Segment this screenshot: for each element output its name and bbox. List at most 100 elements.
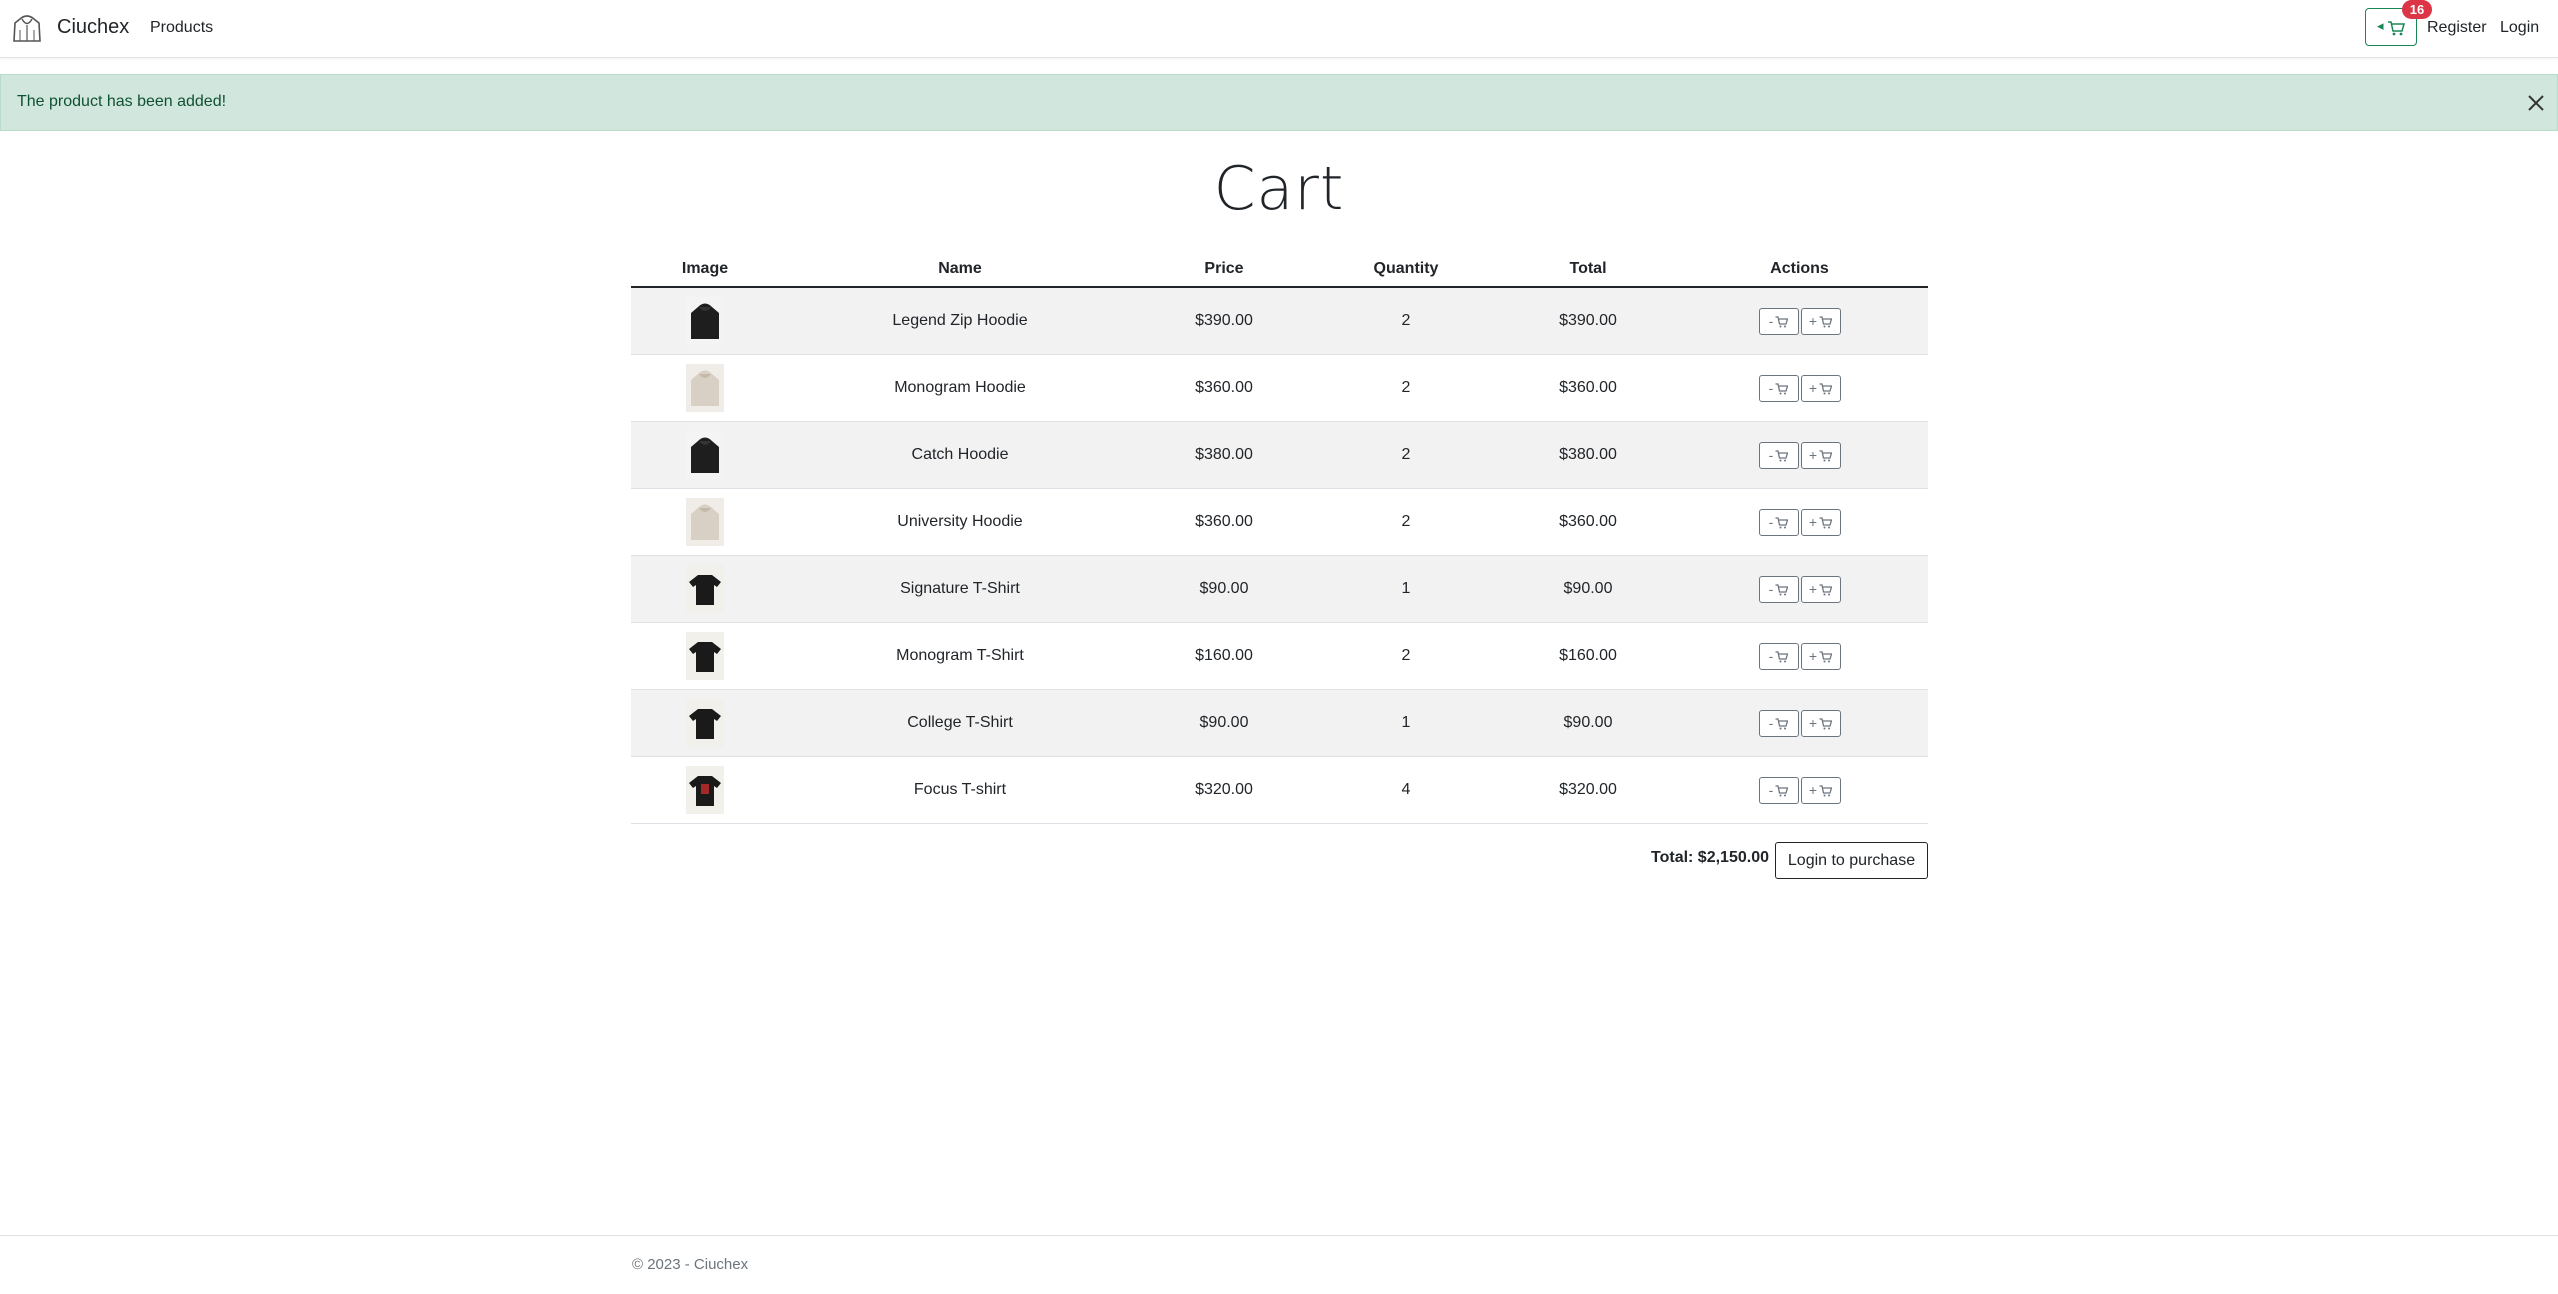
increase-quantity-button[interactable]: + [1800,575,1841,603]
close-icon[interactable] [2524,91,2548,115]
product-image[interactable] [686,498,724,546]
table-row: Monogram Hoodie $360.00 2 $360.00- + [631,354,1928,422]
cart-icon [1773,782,1789,798]
product-name: University Hoodie [779,488,1141,556]
cart-icon [1773,380,1789,396]
product-total: $380.00 [1505,421,1671,489]
table-row: College T-Shirt $90.00 1 $90.00- + [631,689,1928,757]
product-image[interactable] [686,565,724,613]
product-price: $380.00 [1141,421,1307,489]
product-actions: - + [1671,756,1928,824]
product-price: $320.00 [1141,756,1307,824]
nav-link-products[interactable]: Products [150,19,213,37]
login-to-purchase-button[interactable]: Login to purchase [1775,842,1928,879]
nav-link-register[interactable]: Register [2427,19,2487,37]
product-actions: - + [1671,689,1928,757]
table-row: Signature T-Shirt $90.00 1 $90.00- + [631,555,1928,623]
product-actions: - + [1671,354,1928,422]
table-row: Monogram T-Shirt $160.00 2 $160.00- + [631,622,1928,690]
product-quantity: 1 [1307,555,1505,623]
product-actions: - + [1671,488,1928,556]
product-name: Focus T-shirt [779,756,1141,824]
product-total: $320.00 [1505,756,1671,824]
product-actions: - + [1671,622,1928,690]
increase-quantity-button[interactable]: + [1800,642,1841,670]
product-total: $160.00 [1505,622,1671,690]
product-actions: - + [1671,421,1928,489]
cart-icon [1817,715,1833,731]
increase-label: + [1808,379,1818,396]
page-title: Cart [1213,154,1345,224]
increase-label: + [1808,647,1818,664]
column-header-total: Total [1505,251,1671,288]
product-total: $90.00 [1505,555,1671,623]
column-header-actions: Actions [1671,251,1928,288]
product-name: Signature T-Shirt [779,555,1141,623]
product-price: $360.00 [1141,354,1307,422]
product-total: $360.00 [1505,354,1671,422]
product-total: $390.00 [1505,287,1671,355]
table-row: Catch Hoodie $380.00 2 $380.00- + [631,421,1928,489]
product-quantity: 2 [1307,622,1505,690]
product-quantity: 4 [1307,756,1505,824]
product-price: $390.00 [1141,287,1307,355]
cart-icon [1817,313,1833,329]
product-image-cell [631,354,779,422]
product-image-cell [631,622,779,690]
product-price: $360.00 [1141,488,1307,556]
decrease-quantity-button[interactable]: - [1758,508,1799,536]
alert-message: The product has been added! [17,93,227,110]
cart-icon [1817,380,1833,396]
cart-icon [1773,514,1789,530]
cart-icon [1773,648,1789,664]
decrease-quantity-button[interactable]: - [1758,709,1799,737]
decrease-quantity-button[interactable]: - [1758,642,1799,670]
column-header-name: Name [779,251,1141,288]
product-name: Catch Hoodie [779,421,1141,489]
increase-quantity-button[interactable]: + [1800,307,1841,335]
cart-icon [1817,514,1833,530]
decrease-quantity-button[interactable]: - [1758,307,1799,335]
increase-label: + [1808,312,1818,329]
column-header-price: Price [1141,251,1307,288]
cart-icon [2388,21,2405,36]
increase-quantity-button[interactable]: + [1800,776,1841,804]
product-price: $90.00 [1141,555,1307,623]
decrease-quantity-button[interactable]: - [1758,441,1799,469]
hoodie-icon[interactable] [12,12,42,44]
increase-quantity-button[interactable]: + [1800,709,1841,737]
product-image-cell [631,488,779,556]
product-name: College T-Shirt [779,689,1141,757]
increase-quantity-button[interactable]: + [1800,374,1841,402]
product-image[interactable] [686,431,724,479]
product-image[interactable] [686,297,724,345]
table-header-row: Image Name Price Quantity Total Actions [631,251,1928,288]
product-image[interactable] [686,632,724,680]
footer-copyright: © 2023 - Ciuchex [632,1256,749,1273]
footer: © 2023 - Ciuchex [0,1235,2558,1294]
decrease-quantity-button[interactable]: - [1758,776,1799,804]
product-name: Monogram T-Shirt [779,622,1141,690]
increase-quantity-button[interactable]: + [1800,508,1841,536]
product-name: Legend Zip Hoodie [779,287,1141,355]
cart-icon [1817,782,1833,798]
increase-label: + [1808,513,1818,530]
cart-table: Image Name Price Quantity Total Actions … [631,251,1928,824]
decrease-quantity-button[interactable]: - [1758,374,1799,402]
product-image-cell [631,421,779,489]
decrease-quantity-button[interactable]: - [1758,575,1799,603]
product-image[interactable] [686,699,724,747]
nav-link-login[interactable]: Login [2500,19,2539,37]
product-quantity: 2 [1307,354,1505,422]
cart-total: Total: $2,150.00 [1651,849,1769,866]
chevron-left-icon: ◂ [2377,18,2384,33]
brand-name[interactable]: Ciuchex [57,16,129,39]
product-image-cell [631,555,779,623]
increase-quantity-button[interactable]: + [1800,441,1841,469]
increase-label: + [1808,580,1818,597]
product-image[interactable] [686,766,724,814]
cart-icon [1773,581,1789,597]
product-quantity: 2 [1307,488,1505,556]
cart-icon [1817,447,1833,463]
product-image[interactable] [686,364,724,412]
